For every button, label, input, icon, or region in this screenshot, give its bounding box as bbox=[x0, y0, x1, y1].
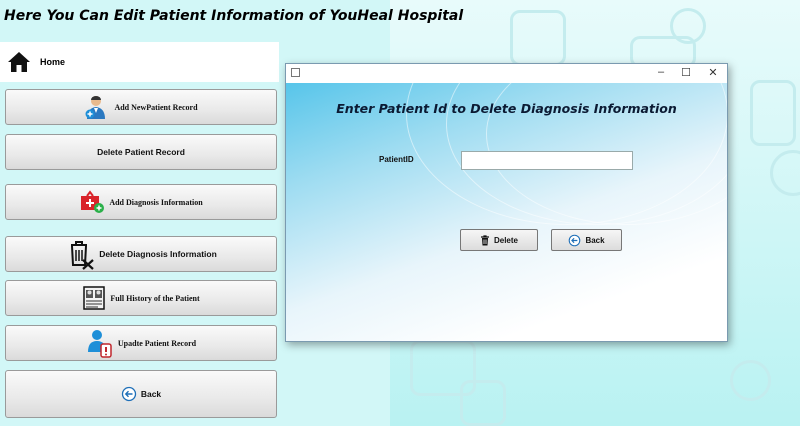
dialog-heading: Enter Patient Id to Delete Diagnosis Inf… bbox=[336, 101, 677, 116]
delete-patient-button[interactable]: Delete Patient Record bbox=[5, 134, 277, 170]
page-title: Here You Can Edit Patient Information of… bbox=[4, 8, 464, 24]
patient-id-label: PatientID bbox=[379, 155, 414, 164]
patient-history-button[interactable]: Full History of the Patient bbox=[5, 280, 277, 316]
add-diagnosis-button[interactable]: Add Diagnosis Information bbox=[5, 184, 277, 220]
update-patient-button[interactable]: Upadte Patient Record bbox=[5, 325, 277, 361]
deco-shape bbox=[730, 360, 771, 401]
add-diagnosis-label: Add Diagnosis Information bbox=[109, 197, 203, 207]
medical-add-icon bbox=[79, 190, 105, 214]
sidebar-back-label: Back bbox=[140, 389, 162, 399]
close-icon[interactable]: ✕ bbox=[703, 66, 723, 79]
patient-history-label: Full History of the Patient bbox=[110, 293, 200, 303]
delete-diagnosis-button[interactable]: Delete Diagnosis Information bbox=[5, 236, 277, 272]
deco-shape bbox=[460, 380, 506, 426]
delete-diagnosis-label: Delete Diagnosis Information bbox=[99, 249, 217, 259]
java-app-icon bbox=[291, 68, 300, 77]
trash-x-icon bbox=[65, 238, 95, 270]
sidebar-back-button[interactable]: Back bbox=[5, 370, 277, 418]
delete-button[interactable]: Delete bbox=[460, 229, 538, 251]
dialog-body: Enter Patient Id to Delete Diagnosis Inf… bbox=[286, 83, 727, 341]
trash-icon bbox=[480, 234, 490, 246]
doctor-add-icon bbox=[84, 94, 110, 120]
maximize-icon[interactable]: ☐ bbox=[676, 66, 696, 79]
delete-diagnosis-dialog: – ☐ ✕ Enter Patient Id to Delete Diagnos… bbox=[285, 63, 728, 342]
home-icon bbox=[7, 51, 31, 73]
deco-shape bbox=[750, 80, 796, 146]
minimize-icon[interactable]: – bbox=[651, 66, 671, 78]
back-button[interactable]: Back bbox=[551, 229, 622, 251]
back-button-label: Back bbox=[585, 235, 605, 245]
deco-shape bbox=[770, 150, 800, 196]
home-nav[interactable]: Home bbox=[0, 42, 279, 82]
id-card-icon bbox=[82, 285, 106, 311]
back-arrow-icon bbox=[568, 234, 581, 247]
add-patient-label: Add NewPatient Record bbox=[114, 102, 198, 112]
add-patient-button[interactable]: Add NewPatient Record bbox=[5, 89, 277, 125]
user-edit-icon bbox=[86, 328, 114, 358]
patient-id-input[interactable] bbox=[461, 151, 633, 170]
delete-button-label: Delete bbox=[493, 235, 518, 245]
delete-patient-label: Delete Patient Record bbox=[97, 147, 185, 157]
update-patient-label: Upadte Patient Record bbox=[117, 338, 197, 348]
home-label: Home bbox=[40, 57, 66, 67]
deco-shape bbox=[510, 10, 566, 66]
dialog-titlebar[interactable]: – ☐ ✕ bbox=[286, 64, 727, 83]
back-arrow-icon bbox=[121, 386, 137, 402]
